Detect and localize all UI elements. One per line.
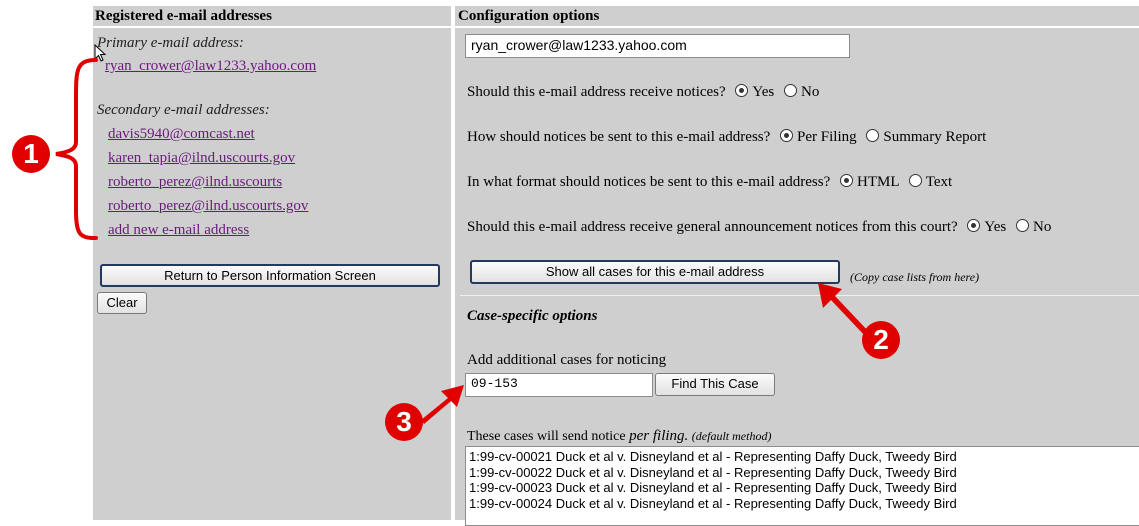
format-html-radio[interactable]: [840, 174, 853, 187]
primary-email-label: Primary e-mail address:: [97, 35, 244, 51]
announcement-no-radio[interactable]: [1016, 219, 1029, 232]
notice-format-text: In what format should notices be sent to…: [467, 174, 831, 190]
radio-label: Summary Report: [883, 129, 987, 145]
receive-notices-yes-radio[interactable]: [735, 84, 749, 97]
secondary-email-link[interactable]: davis5940@comcast.net: [108, 126, 255, 143]
radio-label: No: [1033, 219, 1052, 235]
left-panel-header: Registered e-mail addresses: [93, 6, 451, 26]
format-text-radio[interactable]: [908, 174, 922, 187]
right-header-label: Configuration options: [458, 8, 600, 24]
per-filing-label: These cases will send notice per filing.…: [467, 428, 771, 445]
email-address-input[interactable]: ryan_crower@law1233.yahoo.com: [465, 34, 850, 58]
notice-method-text: How should notices be sent to this e-mai…: [467, 129, 771, 145]
announcement-yes-radio[interactable]: [967, 219, 981, 232]
callout-badge-one: 1: [12, 135, 50, 173]
show-all-cases-button[interactable]: Show all cases for this e-mail address: [470, 260, 840, 284]
secondary-email-label: Secondary e-mail addresses:: [97, 102, 270, 118]
radio-label: Per Filing: [797, 129, 857, 145]
radio-label: Text: [925, 174, 953, 190]
list-item[interactable]: 1:99-cv-00024 Duck et al v. Disneyland e…: [469, 496, 1139, 512]
receive-notices-question: Should this e-mail address receive notic…: [467, 84, 819, 101]
secondary-email-link[interactable]: karen_tapia@ilnd.uscourts.gov: [108, 150, 295, 167]
find-this-case-button[interactable]: Find This Case: [655, 373, 775, 396]
notice-format-question: In what format should notices be sent to…: [467, 174, 952, 191]
secondary-email-link[interactable]: roberto_perez@ilnd.uscourts.gov: [108, 198, 308, 215]
receive-notices-no-radio[interactable]: [784, 84, 797, 97]
primary-email-link[interactable]: ryan_crower@law1233.yahoo.com: [105, 58, 316, 75]
radio-label: No: [801, 84, 820, 100]
left-header-label: Registered e-mail addresses: [95, 8, 272, 24]
per-filing-prefix: These cases will send notice: [467, 429, 630, 444]
copy-case-lists-note: (Copy case lists from here): [850, 270, 980, 284]
return-to-person-info-button[interactable]: Return to Person Information Screen: [100, 264, 440, 287]
per-filing-radio[interactable]: [780, 129, 794, 142]
callout-badge-two: 2: [862, 321, 900, 359]
announcement-notices-text: Should this e-mail address receive gener…: [467, 219, 958, 235]
list-item[interactable]: 1:99-cv-00022 Duck et al v. Disneyland e…: [469, 465, 1139, 481]
receive-notices-text: Should this e-mail address receive notic…: [467, 84, 726, 100]
list-item[interactable]: 1:99-cv-00023 Duck et al v. Disneyland e…: [469, 480, 1139, 496]
add-cases-label: Add additional cases for noticing: [467, 352, 667, 368]
callout-one-bracket: [55, 58, 98, 240]
notice-method-question: How should notices be sent to this e-mai…: [467, 129, 986, 146]
right-panel-header: Configuration options: [455, 6, 1139, 26]
summary-report-radio[interactable]: [866, 129, 880, 142]
per-filing-emphasis: per filing.: [629, 428, 689, 444]
mouse-cursor-icon: [94, 44, 107, 62]
clear-button[interactable]: Clear: [97, 292, 147, 314]
announcement-notices-question: Should this e-mail address receive gener…: [467, 219, 1051, 236]
radio-label: Yes: [984, 219, 1007, 235]
case-specific-heading: Case-specific options: [467, 308, 598, 324]
list-item[interactable]: 1:99-cv-00021 Duck et al v. Disneyland e…: [469, 449, 1139, 465]
callout-badge-three: 3: [385, 403, 423, 441]
default-method-note: (default method): [691, 429, 772, 443]
add-new-email-link[interactable]: add new e-mail address: [108, 222, 249, 239]
secondary-email-link[interactable]: roberto_perez@ilnd.uscourts: [108, 174, 282, 191]
per-filing-cases-list[interactable]: 1:99-cv-00021 Duck et al v. Disneyland e…: [465, 446, 1139, 526]
radio-label: HTML: [857, 174, 899, 190]
right-panel-divider: [460, 295, 1139, 296]
radio-label: Yes: [752, 84, 775, 100]
case-number-input[interactable]: 09-153: [465, 373, 653, 397]
